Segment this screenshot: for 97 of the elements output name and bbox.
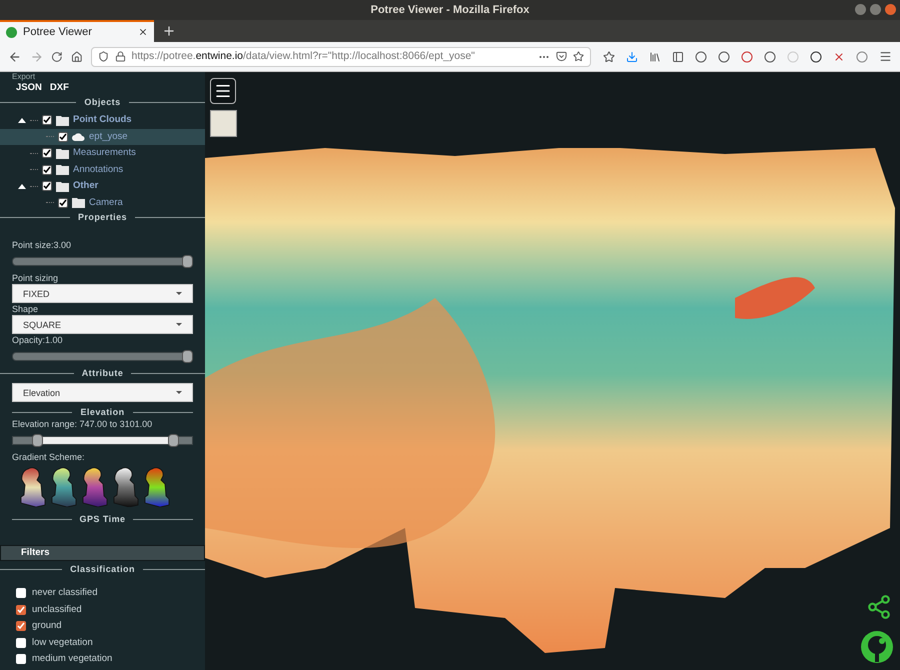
tree-label: Measurements	[73, 147, 136, 160]
folder-icon	[56, 180, 69, 192]
expand-triangle-icon[interactable]	[18, 184, 26, 189]
dropdown-select[interactable]: SQUARE	[12, 315, 193, 334]
tree-row[interactable]: ept_yose	[0, 128, 205, 145]
lock-icon	[114, 51, 126, 62]
slider-thumb[interactable]	[182, 255, 193, 268]
section-heading: Attribute	[82, 367, 124, 379]
slider-thumb[interactable]	[168, 434, 180, 447]
window-title: Potree Viewer - Mozilla Firefox	[370, 2, 530, 18]
download-icon[interactable]	[626, 50, 638, 62]
extension-icon[interactable]	[810, 50, 822, 62]
extension-icon[interactable]	[695, 50, 707, 62]
caret-icon	[176, 292, 182, 295]
section-heading: Elevation	[80, 406, 125, 418]
folder-icon	[72, 197, 85, 208]
caret-icon	[176, 323, 182, 326]
gradient-scheme-icon[interactable]	[20, 467, 46, 507]
checkbox[interactable]	[42, 181, 52, 192]
star-icon[interactable]	[603, 50, 615, 62]
folder-icon	[56, 164, 69, 176]
tree-label: Camera	[89, 196, 123, 209]
tree-row[interactable]: Camera	[0, 194, 205, 211]
checkbox[interactable]	[42, 164, 52, 175]
point-sizing-label: Point sizing	[11, 272, 60, 284]
share-icon[interactable]	[866, 594, 892, 620]
tree-label: ept_yose	[89, 130, 128, 143]
checkbox[interactable]	[58, 132, 68, 142]
logo-icon[interactable]	[860, 630, 894, 664]
menu-button[interactable]	[210, 78, 236, 104]
checkbox[interactable]	[58, 198, 68, 208]
classification-label: medium vegetation	[32, 653, 112, 665]
url-field[interactable]: https://potree.entwine.io/data/view.html?r="http://localhost:8066/ept_yose"	[90, 46, 591, 66]
new-tab-icon[interactable]	[162, 24, 176, 38]
opacity-label: Opacity:1.00	[11, 334, 64, 346]
close-icon[interactable]	[138, 27, 148, 37]
tree-row[interactable]: Other	[0, 178, 205, 194]
reload-icon[interactable]	[51, 50, 63, 62]
elevation-range-label: Elevation range: 747.00 to 3101.00	[11, 418, 154, 430]
tree-label: Point Clouds	[73, 114, 132, 126]
shield-icon	[98, 51, 108, 62]
slider[interactable]	[12, 255, 193, 268]
tree-row[interactable]: Annotations	[0, 162, 205, 178]
back-icon[interactable]	[8, 50, 22, 64]
folder-icon	[56, 148, 69, 159]
site-favicon	[6, 26, 17, 38]
pocket-icon[interactable]	[556, 51, 567, 62]
menu-icon	[214, 82, 232, 100]
caret-icon	[176, 391, 182, 394]
tree-label: Other	[73, 180, 98, 192]
section-heading: Objects	[84, 96, 121, 108]
maximize-icon[interactable]	[870, 4, 881, 15]
tree-row[interactable]: Measurements	[0, 145, 205, 162]
classification-label: unclassified	[32, 604, 82, 616]
slider-thumb[interactable]	[32, 434, 44, 447]
star-icon[interactable]	[573, 51, 584, 62]
map-thumbnail[interactable]	[210, 110, 237, 137]
checkbox[interactable]	[16, 638, 26, 648]
checkbox[interactable]	[42, 148, 52, 158]
folder-icon	[56, 114, 69, 126]
export-button[interactable]: JSON	[16, 82, 42, 94]
sidebar-icon[interactable]	[672, 50, 684, 62]
gradient-scheme-icon[interactable]	[144, 467, 170, 507]
export-label: Export	[11, 72, 36, 82]
minimize-icon[interactable]	[855, 4, 866, 15]
dropdown-select[interactable]: Elevation	[12, 383, 193, 402]
extension-icon[interactable]	[718, 50, 730, 62]
cloud-icon	[72, 132, 85, 142]
section-heading: Classification	[70, 563, 135, 575]
filters-bar[interactable]: Filters	[0, 545, 205, 561]
dropdown-select[interactable]: FIXED	[12, 284, 193, 303]
expand-triangle-icon[interactable]	[18, 118, 26, 123]
menu-icon[interactable]	[879, 50, 892, 63]
classification-label: ground	[32, 620, 62, 632]
library-icon[interactable]	[649, 50, 661, 62]
slider[interactable]	[12, 350, 193, 363]
point-size-label: Point size:3.00	[11, 239, 72, 251]
classification-label: never classified	[32, 587, 98, 599]
tree-row[interactable]: Point Clouds	[0, 112, 205, 128]
range-slider[interactable]	[12, 434, 193, 447]
slider-thumb[interactable]	[182, 350, 193, 363]
home-icon[interactable]	[70, 50, 82, 62]
export-button[interactable]: DXF	[50, 82, 69, 94]
gradient-scheme-label: Gradient Scheme:	[11, 451, 86, 463]
gradient-scheme-icon[interactable]	[113, 467, 139, 507]
checkbox[interactable]	[16, 654, 26, 664]
gradient-scheme-icon[interactable]	[51, 467, 77, 507]
section-heading: GPS Time	[80, 513, 126, 525]
browser-tab[interactable]: Potree Viewer	[0, 20, 154, 42]
classification-label: low vegetation	[32, 636, 93, 648]
shape-label: Shape	[11, 303, 40, 315]
gradient-scheme-icon[interactable]	[82, 467, 108, 507]
tree-label: Annotations	[73, 164, 124, 176]
extension-icon[interactable]	[764, 50, 776, 62]
section-heading: Properties	[78, 211, 128, 223]
checkbox[interactable]	[16, 588, 26, 598]
checkbox[interactable]	[42, 115, 52, 126]
